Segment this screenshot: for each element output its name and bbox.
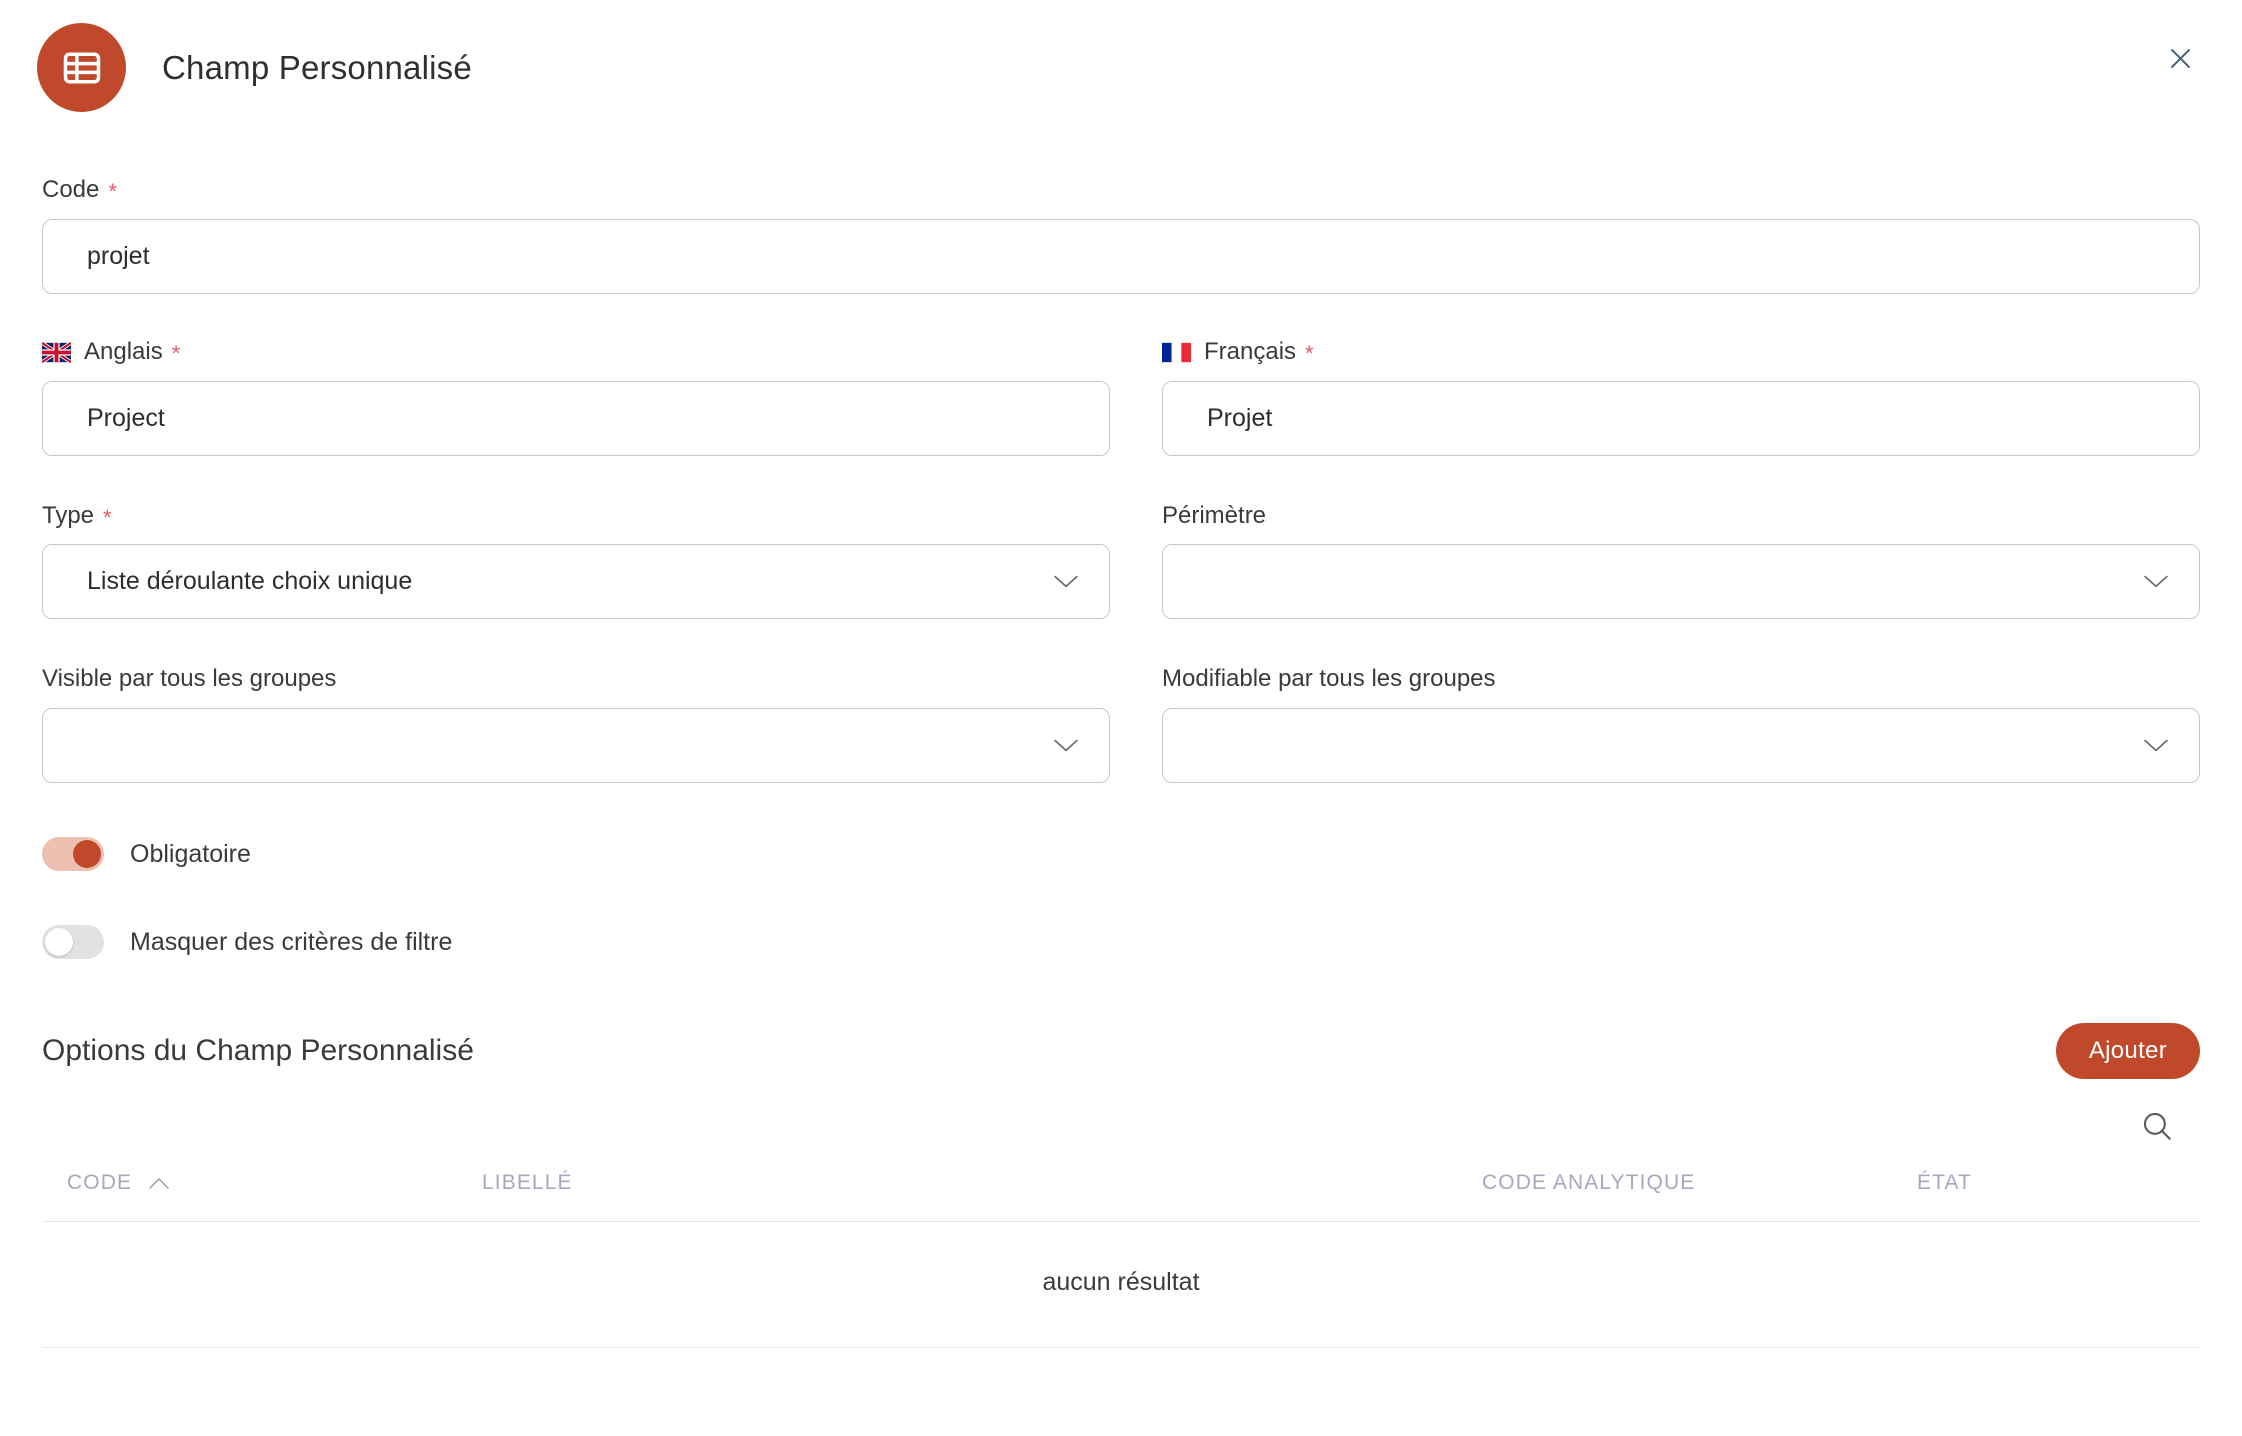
required-marker: * [108, 179, 117, 205]
required-toggle-label: Obligatoire [130, 839, 251, 868]
required-marker: * [171, 341, 181, 367]
english-label-input[interactable] [42, 380, 1110, 456]
required-toggle[interactable] [42, 837, 104, 872]
required-toggle-row[interactable]: Obligatoire [42, 837, 2200, 872]
field-english-group: Anglais * [40, 337, 1110, 456]
column-header-code-analytique-label: CODE ANALYTIQUE [1482, 1171, 1696, 1195]
column-header-code[interactable]: CODE [42, 1171, 482, 1223]
field-visible-groups-label: Visible par tous les groupes [42, 665, 1110, 694]
field-visible-groups-group: Visible par tous les groupes [42, 665, 1110, 784]
custom-field-form: Code * Angla [0, 176, 2242, 1349]
column-spacer [1110, 338, 1162, 456]
options-section-header: Options du Champ Personnalisé Ajouter [42, 1023, 2200, 1080]
fr-flag-icon [1162, 342, 1191, 363]
chevron-down-icon [1053, 574, 1079, 590]
hide-filter-toggle-label: Masquer des critères de filtre [130, 927, 453, 956]
field-editable-groups-label-text: Modifiable par tous les groupes [1162, 665, 1496, 693]
perimeter-select[interactable] [1162, 544, 2200, 620]
type-select[interactable]: Liste déroulante choix unique [42, 544, 1110, 620]
column-header-etat-label: ÉTAT [1917, 1171, 1972, 1195]
type-perimeter-row: Type * Liste déroulante choix unique Pér… [42, 502, 2200, 620]
required-marker: * [103, 504, 112, 530]
field-french-label-text: Français [1204, 337, 1297, 365]
field-perimeter-label-text: Périmètre [1162, 501, 1267, 529]
search-icon[interactable] [2140, 1109, 2174, 1143]
chevron-down-icon [2143, 574, 2169, 590]
dialog-header: Champ Personnalisé [0, 0, 2242, 135]
empty-message: aucun résultat [42, 1221, 2200, 1349]
code-input[interactable] [42, 218, 2200, 294]
options-table-head: CODE LIBELLÉ CODE ANALYTIQUE ÉTAT [42, 1171, 2200, 1223]
toggle-knob [45, 928, 73, 957]
table-header-row: CODE LIBELLÉ CODE ANALYTIQUE ÉTAT [42, 1171, 2200, 1223]
field-code-label-text: Code [42, 176, 100, 203]
field-editable-groups-label: Modifiable par tous les groupes [1162, 665, 2200, 694]
field-type-label-text: Type [42, 501, 95, 529]
field-english-label: Anglais * [40, 337, 1110, 367]
groups-permission-row: Visible par tous les groupes Modifiable … [42, 665, 2200, 784]
editable-groups-select[interactable] [1162, 708, 2200, 784]
field-visible-groups-label-text: Visible par tous les groupes [42, 665, 337, 693]
field-perimeter-group: Périmètre [1162, 502, 2200, 620]
visible-groups-select[interactable] [42, 708, 1110, 784]
field-code-group: Code * [42, 176, 2200, 294]
options-section-title: Options du Champ Personnalisé [42, 1034, 474, 1068]
column-header-libelle-label: LIBELLÉ [482, 1171, 573, 1195]
field-english-label-text: Anglais [84, 337, 163, 365]
close-icon[interactable] [2160, 38, 2200, 78]
page-title: Champ Personnalisé [162, 48, 472, 86]
hide-filter-toggle[interactable] [42, 925, 104, 960]
translations-row: Anglais * Français * [40, 337, 2200, 456]
toggle-knob [73, 840, 101, 869]
field-perimeter-label: Périmètre [1162, 502, 2200, 531]
type-select-value: Liste déroulante choix unique [87, 567, 413, 596]
chevron-up-icon [148, 1177, 170, 1190]
table-empty-row: aucun résultat [42, 1221, 2200, 1349]
add-option-button[interactable]: Ajouter [2055, 1023, 2200, 1080]
column-spacer [1110, 665, 1162, 783]
hide-filter-toggle-row[interactable]: Masquer des critères de filtre [42, 925, 2200, 960]
chevron-down-icon [2143, 738, 2169, 754]
custom-field-dialog: Champ Personnalisé Code * projet Anglais… [0, 0, 2242, 1436]
column-header-etat[interactable]: ÉTAT [1917, 1171, 2200, 1223]
table-icon [37, 23, 126, 112]
options-search-row [42, 1109, 2200, 1143]
uk-flag-icon [40, 340, 73, 364]
chevron-down-icon [1053, 738, 1079, 754]
options-table-body: aucun résultat [42, 1221, 2200, 1349]
column-header-libelle[interactable]: LIBELLÉ [482, 1171, 1482, 1223]
required-marker: * [1305, 341, 1314, 367]
field-french-label: Français * [1162, 338, 2200, 367]
column-header-code-analytique[interactable]: CODE ANALYTIQUE [1482, 1171, 1917, 1223]
field-french-group: Français * [1162, 338, 2200, 456]
options-table: CODE LIBELLÉ CODE ANALYTIQUE ÉTAT aucun … [42, 1171, 2200, 1349]
field-code-label: Code * [42, 176, 2200, 205]
french-label-input[interactable] [1162, 380, 2200, 456]
column-header-code-label: CODE [67, 1171, 133, 1195]
field-editable-groups-group: Modifiable par tous les groupes [1162, 665, 2200, 784]
field-type-label: Type * [42, 502, 1110, 531]
column-spacer [1110, 502, 1162, 620]
field-type-group: Type * Liste déroulante choix unique [42, 502, 1110, 620]
